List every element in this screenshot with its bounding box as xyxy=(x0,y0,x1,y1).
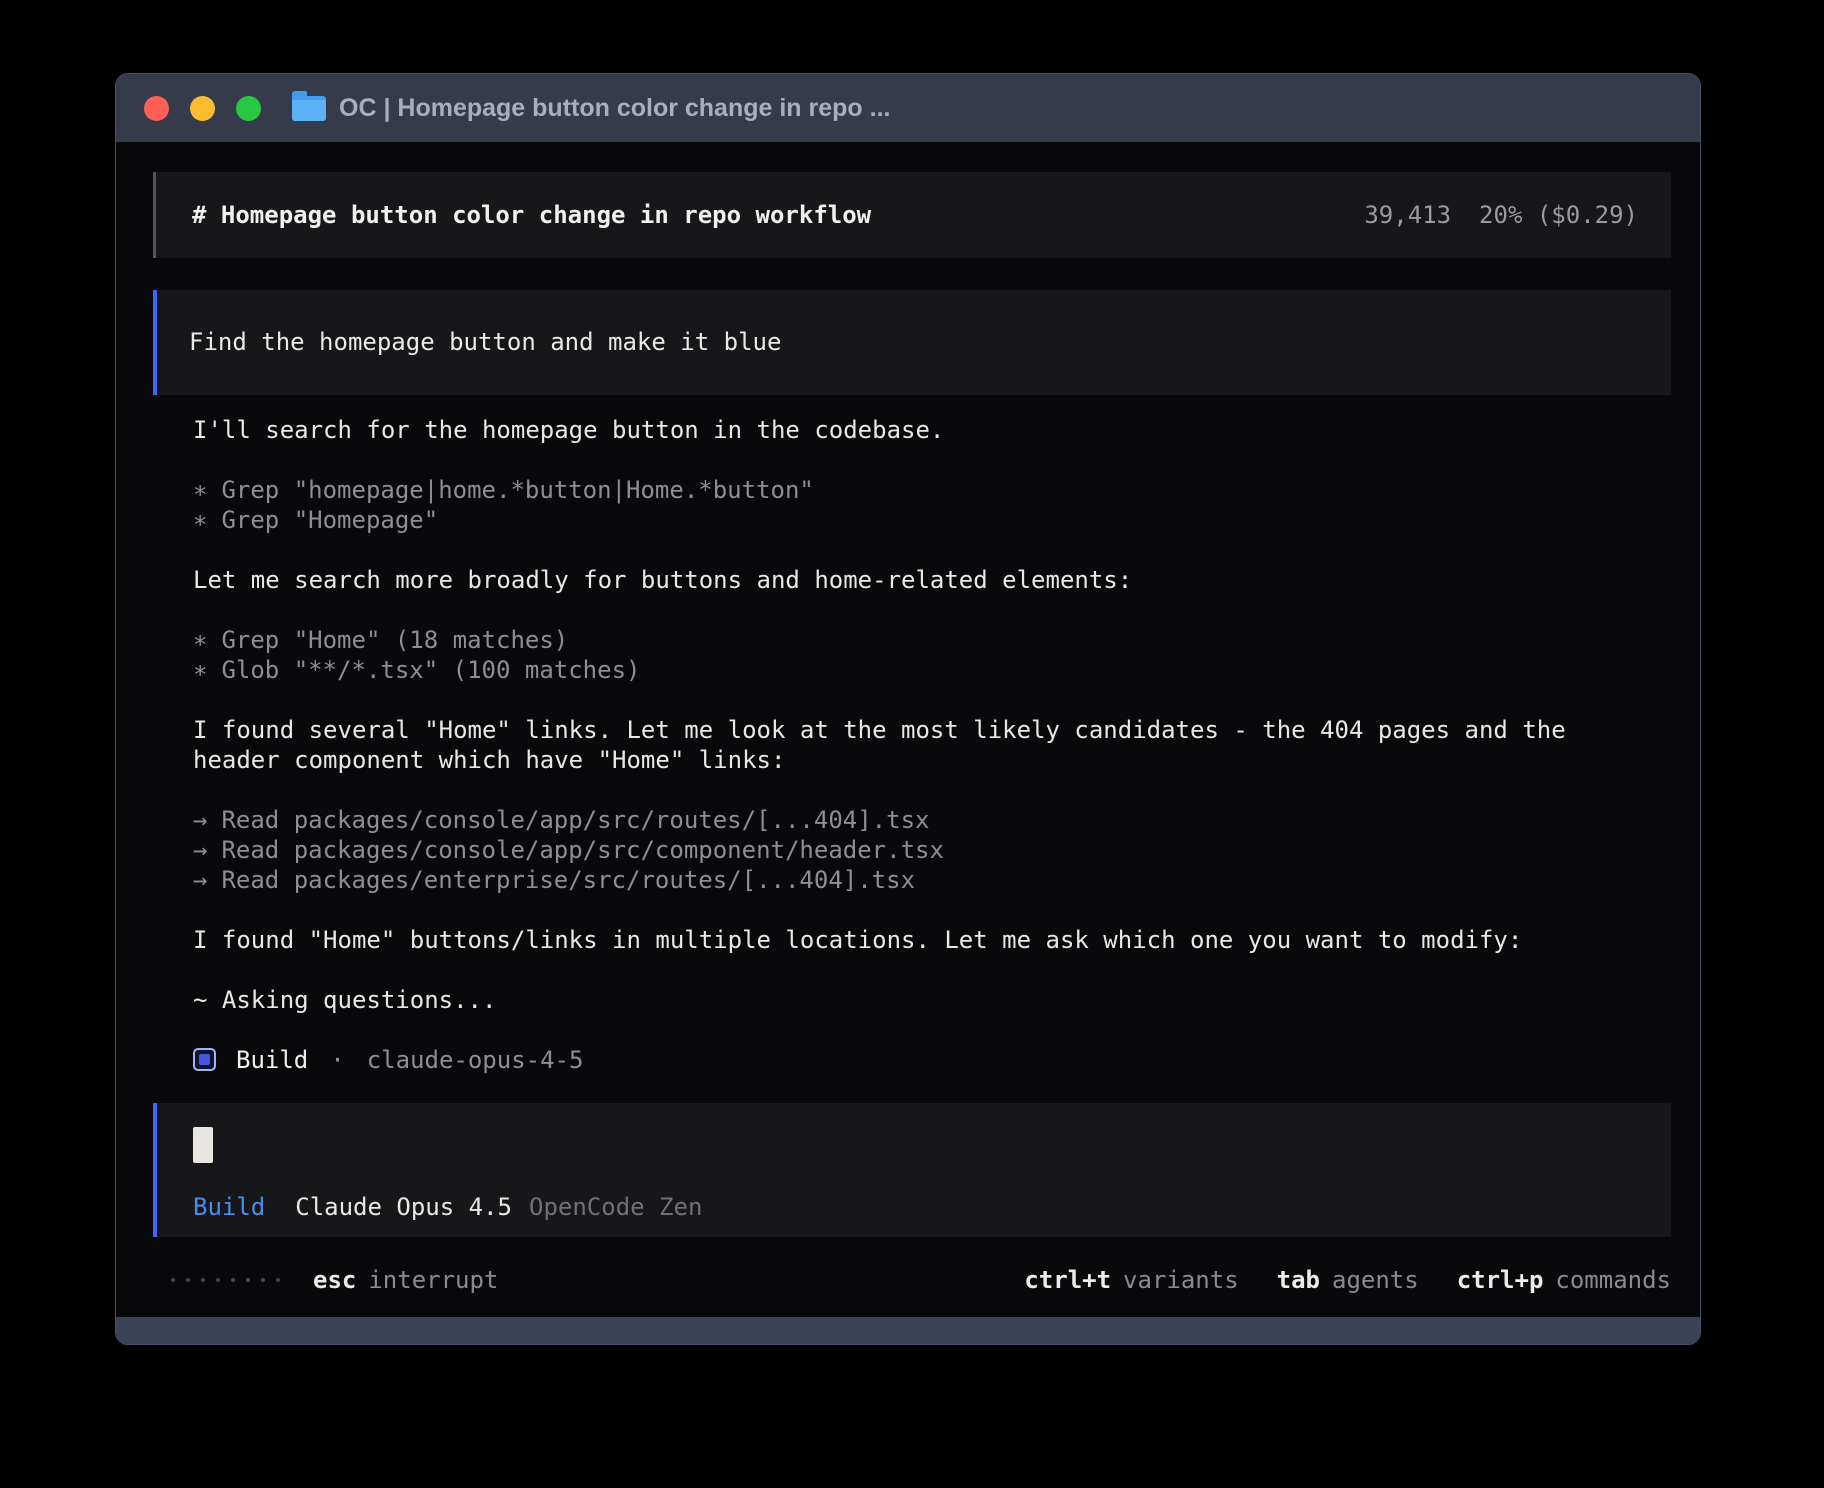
context-cost: 20% ($0.29) xyxy=(1479,201,1638,229)
status-bar: esc interrupt ctrl+t variants tab agents ct… xyxy=(153,1265,1671,1295)
tool-call-glob: ∗ Glob "**/*.tsx" (100 matches) xyxy=(193,656,641,684)
session-header: # Homepage button color change in repo w… xyxy=(153,172,1671,258)
dot-separator: · xyxy=(330,1046,345,1074)
arrow-right-icon: → xyxy=(193,836,208,864)
terminal-window: OC | Homepage button color change in rep… xyxy=(115,73,1701,1345)
token-count: 39,413 xyxy=(1364,201,1452,229)
shortcut-variants: ctrl+t variants xyxy=(1024,1266,1239,1294)
asterisk-icon: ∗ xyxy=(193,656,208,684)
assistant-paragraph: I'll search for the homepage button in t… xyxy=(193,416,945,444)
tool-call-grep: ∗ Grep "Home" (18 matches) xyxy=(193,626,569,654)
tool-call-grep: ∗ Grep "homepage|home.*button|Home.*butto… xyxy=(193,476,814,504)
shortcut-commands: ctrl+p commands xyxy=(1456,1266,1671,1294)
tool-call-read: → Read packages/enterprise/src/routes/[..… xyxy=(193,866,916,894)
working-dots-indicator xyxy=(171,1278,280,1282)
window-title: OC | Homepage button color change in rep… xyxy=(339,93,891,122)
arrow-right-icon: → xyxy=(193,806,208,834)
tool-call-read: → Read packages/console/app/src/routes/[.… xyxy=(193,806,930,834)
tool-call-grep: ∗ Grep "Homepage" xyxy=(193,506,439,534)
folder-icon xyxy=(292,90,326,121)
arrow-right-icon: → xyxy=(193,866,208,894)
asterisk-icon: ∗ xyxy=(193,506,208,534)
model-name: Claude Opus 4.5 xyxy=(295,1193,512,1221)
asterisk-icon: ∗ xyxy=(193,626,208,654)
shortcut-interrupt: esc interrupt xyxy=(313,1266,499,1294)
assistant-paragraph: I found several "Home" links. Let me loo… xyxy=(193,716,1566,774)
user-message: Find the homepage button and make it blu… xyxy=(153,290,1671,395)
user-message-text: Find the homepage button and make it blu… xyxy=(189,328,782,356)
title-bar[interactable]: OC | Homepage button color change in rep… xyxy=(116,74,1700,142)
close-button[interactable] xyxy=(144,95,169,121)
provider-name: OpenCode Zen xyxy=(529,1193,703,1221)
asking-questions-status: ~ Asking questions... xyxy=(193,986,497,1014)
tool-call-group: ∗ Grep "Home" (18 matches) ∗ Glob "**/*.ts… xyxy=(193,625,1671,685)
minimize-button[interactable] xyxy=(190,95,215,121)
assistant-paragraph: Let me search more broadly for buttons a… xyxy=(193,566,1133,594)
tool-call-read: → Read packages/console/app/src/component… xyxy=(193,836,944,864)
prompt-input[interactable]: Build Claude Opus 4.5 OpenCode Zen xyxy=(153,1103,1671,1237)
window-bottom-chrome xyxy=(116,1317,1700,1344)
tool-call-group: ∗ Grep "homepage|home.*button|Home.*butto… xyxy=(193,475,1671,535)
text-cursor xyxy=(193,1127,213,1163)
shortcut-agents: tab agents xyxy=(1276,1266,1419,1294)
mode-badge: Build xyxy=(193,1193,266,1221)
assistant-response: I'll search for the homepage button in t… xyxy=(153,415,1671,1075)
agent-name: Build xyxy=(236,1046,309,1074)
agent-task-row: Build · claude-opus-4-5 xyxy=(193,1045,1671,1075)
input-status-row: Build Claude Opus 4.5 OpenCode Zen xyxy=(193,1192,1639,1222)
read-call-group: → Read packages/console/app/src/routes/[.… xyxy=(193,805,1671,895)
traffic-lights xyxy=(144,95,261,121)
asterisk-icon: ∗ xyxy=(193,476,208,504)
agent-model: claude-opus-4-5 xyxy=(366,1046,584,1074)
zoom-button[interactable] xyxy=(236,95,261,121)
build-agent-icon xyxy=(193,1048,216,1071)
session-title: # Homepage button color change in repo w… xyxy=(192,201,872,229)
session-stats: 39,413 20% ($0.29) xyxy=(1364,200,1638,230)
assistant-paragraph: I found "Home" buttons/links in multiple… xyxy=(193,926,1523,954)
terminal-content: # Homepage button color change in repo w… xyxy=(116,142,1700,1317)
